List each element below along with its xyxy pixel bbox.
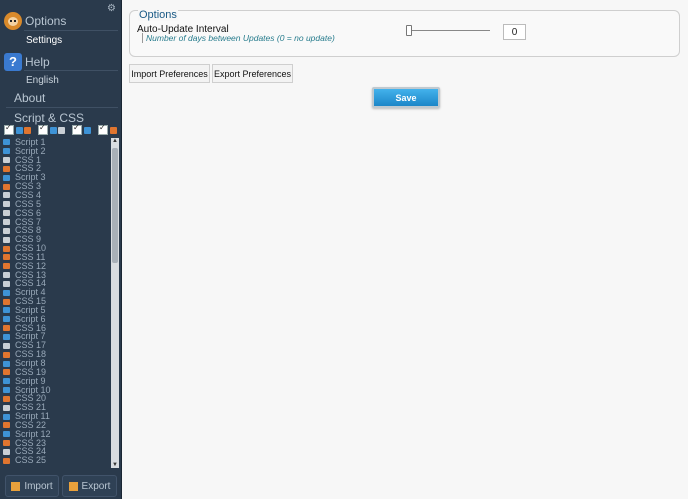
help-icon xyxy=(4,53,22,71)
list-scrollbar[interactable]: ▲ ▼ xyxy=(111,138,119,468)
auto-update-slider[interactable] xyxy=(406,25,490,36)
css-icon xyxy=(3,157,10,164)
filter-checkbox[interactable] xyxy=(4,123,14,135)
css-icon xyxy=(3,440,10,447)
css-icon xyxy=(3,236,10,243)
export-label: Export xyxy=(81,480,111,492)
css-icon xyxy=(24,126,31,134)
script-icon xyxy=(3,413,10,420)
css-icon xyxy=(58,126,65,134)
options-legend: Options xyxy=(138,9,178,21)
css-icon xyxy=(3,201,10,208)
export-preferences-button[interactable]: Export Preferences xyxy=(212,64,293,83)
import-preferences-button[interactable]: Import Preferences xyxy=(129,64,210,83)
divider xyxy=(24,30,118,31)
script-css-list: Script 1 Script 2 CSS 1 CSS 2 Script 3 CSS 3C… xyxy=(3,138,110,468)
script-icon xyxy=(3,139,10,146)
scroll-up-icon[interactable]: ▲ xyxy=(111,138,119,144)
nav-about[interactable]: About xyxy=(14,91,45,105)
css-icon xyxy=(3,192,10,199)
script-icon xyxy=(84,126,91,134)
list-item[interactable]: CSS 25 xyxy=(3,456,110,465)
script-icon xyxy=(3,174,10,181)
script-icon xyxy=(3,360,10,367)
script-icon xyxy=(3,431,10,438)
nav-settings[interactable]: Settings xyxy=(26,35,62,46)
css-icon xyxy=(3,448,10,455)
slider-track xyxy=(406,30,490,31)
filter-script[interactable] xyxy=(4,123,31,135)
script-icon xyxy=(3,333,10,340)
import-icon xyxy=(11,481,21,491)
filter-checkbox[interactable] xyxy=(98,123,108,135)
import-label: Import xyxy=(24,480,53,492)
export-icon xyxy=(68,481,78,491)
filter-checkbox[interactable] xyxy=(72,123,82,135)
script-icon xyxy=(50,126,57,134)
css-icon xyxy=(3,272,10,279)
gear-icon[interactable]: ⚙ xyxy=(107,4,117,14)
css-icon xyxy=(3,422,10,429)
css-icon xyxy=(3,227,10,234)
css-icon xyxy=(3,280,10,287)
css-icon xyxy=(110,126,117,134)
script-icon xyxy=(3,307,10,314)
filter-script-only[interactable] xyxy=(72,123,91,135)
css-icon xyxy=(3,325,10,332)
script-icon xyxy=(3,378,10,385)
scrollbar-thumb[interactable] xyxy=(112,148,118,263)
export-button[interactable]: Export xyxy=(62,475,117,497)
list-item-label: CSS 25 xyxy=(15,455,47,466)
auto-update-value[interactable]: 0 xyxy=(503,24,526,40)
css-icon xyxy=(3,245,10,252)
css-icon xyxy=(3,165,10,172)
slider-handle[interactable] xyxy=(406,25,412,36)
script-icon xyxy=(3,148,10,155)
css-icon xyxy=(3,395,10,402)
script-icon xyxy=(3,316,10,323)
css-icon xyxy=(3,210,10,217)
filter-checkbox[interactable] xyxy=(38,123,48,135)
scroll-down-icon[interactable]: ▼ xyxy=(111,462,119,468)
css-icon xyxy=(3,219,10,226)
sidebar: ⚙ Options Settings Help English About Sc… xyxy=(0,0,122,499)
css-icon xyxy=(3,351,10,358)
filter-row xyxy=(4,123,124,135)
script-icon xyxy=(3,387,10,394)
script-icon xyxy=(3,289,10,296)
css-icon xyxy=(3,369,10,376)
nav-help-title: Help xyxy=(25,55,50,69)
monkey-icon xyxy=(4,12,22,30)
divider xyxy=(24,70,118,71)
nav-english[interactable]: English xyxy=(26,75,59,86)
css-icon xyxy=(3,457,10,464)
divider xyxy=(6,107,118,108)
filter-css[interactable] xyxy=(38,123,65,135)
script-icon xyxy=(16,126,23,134)
nav-help[interactable]: Help xyxy=(4,53,50,71)
css-icon xyxy=(3,183,10,190)
auto-update-hint: Number of days between Updates (0 = no u… xyxy=(142,33,335,43)
nav-options[interactable]: Options xyxy=(4,12,66,30)
css-icon xyxy=(3,404,10,411)
nav-options-title: Options xyxy=(25,14,67,28)
import-button[interactable]: Import xyxy=(5,475,59,497)
save-button[interactable]: Save xyxy=(372,87,440,108)
css-icon xyxy=(3,298,10,305)
css-icon xyxy=(3,342,10,349)
filter-css-only[interactable] xyxy=(98,123,117,135)
css-icon xyxy=(3,254,10,261)
css-icon xyxy=(3,263,10,270)
